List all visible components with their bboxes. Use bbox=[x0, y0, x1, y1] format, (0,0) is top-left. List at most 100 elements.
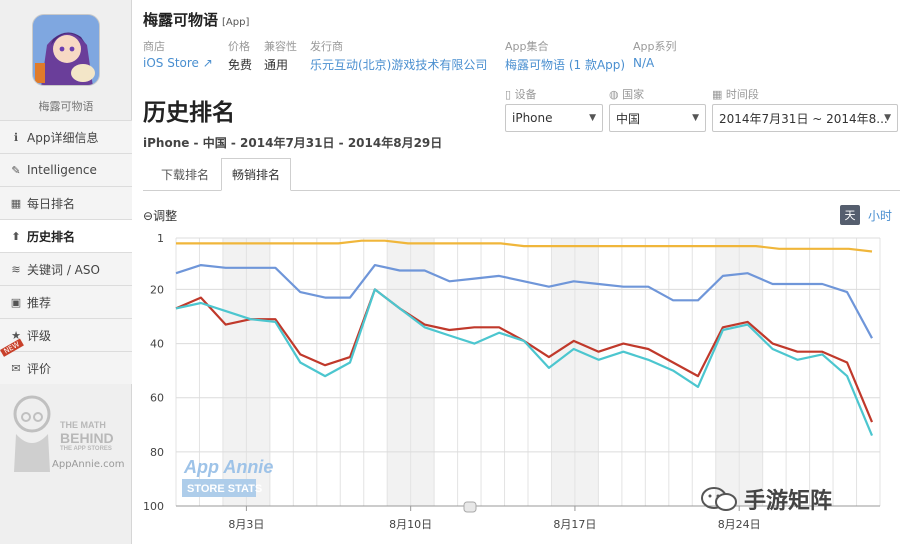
meta-value[interactable]: N/A bbox=[633, 56, 677, 70]
meta-col-0: 商店 iOS Store ↗ bbox=[143, 38, 213, 70]
y-tick-label: 40 bbox=[150, 338, 164, 351]
comment-icon: ✉ bbox=[11, 361, 21, 375]
chevron-down-icon: ▼ bbox=[589, 113, 596, 123]
chart-series bbox=[175, 239, 874, 437]
chevron-down-icon: ▼ bbox=[884, 113, 891, 123]
sidebar-item-label: App详细信息 bbox=[27, 130, 99, 145]
series-line-3 bbox=[175, 288, 874, 437]
sidebar-item-label: 关键词 / ASO bbox=[27, 262, 100, 277]
app-title: 梅露可物语 [App] bbox=[143, 9, 249, 30]
logo-site[interactable]: AppAnnie.com bbox=[52, 459, 125, 470]
meta-value: 通用 bbox=[264, 58, 289, 72]
chevron-down-icon: ▼ bbox=[692, 113, 699, 123]
logo-line2: BEHIND bbox=[60, 430, 114, 446]
country-label-text: 国家 bbox=[622, 88, 645, 101]
tab-grossing[interactable]: 畅销排名 bbox=[221, 158, 291, 191]
period-select-value: 2014年7月31日 ~ 2014年8... bbox=[719, 111, 888, 126]
device-select[interactable]: iPhone ▼ bbox=[505, 104, 603, 132]
sidebar: 梅露可物语 ℹ App详细信息 ✎ Intelligence ▦ 每日排名 ⬆ 历史排名 ≋ 关键… bbox=[0, 0, 140, 544]
sidebar-item-5[interactable]: ▣ 推荐 bbox=[0, 285, 132, 318]
zoom-label: 调整 bbox=[153, 209, 178, 223]
period-label-text: 时间段 bbox=[725, 88, 759, 101]
arrow-up-icon: ⬆ bbox=[11, 229, 21, 243]
wechat-icon bbox=[701, 487, 737, 511]
meta-label: App系列 bbox=[633, 40, 677, 53]
calendar-icon: ▦ bbox=[10, 196, 22, 210]
chart-scroll-handle[interactable] bbox=[463, 501, 477, 513]
chart-watermark-line2: STORE STATS bbox=[187, 483, 262, 495]
wechat-watermark: 手游矩阵 bbox=[700, 483, 832, 515]
meta-label: 商店 bbox=[143, 40, 165, 53]
device-select-value: iPhone bbox=[512, 111, 553, 125]
y-tick-label: 100 bbox=[143, 500, 164, 513]
rank-tabs: 下载排名 畅销排名 bbox=[143, 158, 900, 191]
page-title: 历史排名 bbox=[143, 100, 235, 126]
series-line-0 bbox=[176, 239, 873, 253]
sidebar-item-label: 历史排名 bbox=[27, 229, 76, 244]
tab-downloads[interactable]: 下载排名 bbox=[149, 158, 221, 191]
globe-icon: ◍ bbox=[609, 88, 619, 101]
granularity-hour-button[interactable]: 小时 bbox=[868, 207, 892, 224]
chart-grid bbox=[175, 237, 881, 507]
sidebar-item-7[interactable]: ✉ 评价 NEW bbox=[0, 338, 132, 384]
country-filter-label: ◍ 国家 bbox=[609, 86, 706, 102]
sidebar-nav: ℹ App详细信息 ✎ Intelligence ▦ 每日排名 ⬆ 历史排名 ≋ 关键词 / AS… bbox=[0, 120, 140, 384]
meta-col-5: App系列 N/A bbox=[633, 38, 677, 70]
sidebar-item-label: 评价 bbox=[27, 361, 52, 376]
y-tick-label: 80 bbox=[150, 446, 164, 459]
meta-value[interactable]: iOS Store ↗ bbox=[143, 56, 213, 70]
signal-icon: ≋ bbox=[11, 262, 21, 276]
calendar-icon: ▦ bbox=[712, 88, 723, 101]
device-filter: ▯ 设备 iPhone ▼ bbox=[505, 86, 603, 132]
sidebar-item-3[interactable]: ⬆ 历史排名 bbox=[0, 219, 140, 252]
sidebar-item-0[interactable]: ℹ App详细信息 bbox=[0, 120, 132, 153]
zoom-control[interactable]: ⊖调整 bbox=[143, 207, 177, 224]
sidebar-item-label: 评级 bbox=[27, 328, 52, 343]
sidebar-item-2[interactable]: ▦ 每日排名 bbox=[0, 186, 132, 219]
x-tick-label: 8月17日 bbox=[553, 518, 596, 531]
meta-label: 价格 bbox=[228, 40, 250, 53]
sidebar-item-label: 每日排名 bbox=[27, 196, 76, 211]
meta-label: App集合 bbox=[505, 40, 549, 53]
app-title-text: 梅露可物语 bbox=[143, 11, 219, 29]
country-select-value: 中国 bbox=[616, 111, 641, 126]
scroll-handle-icon[interactable] bbox=[463, 501, 477, 513]
sidebar-item-label: 推荐 bbox=[27, 295, 52, 310]
y-tick-label: 20 bbox=[150, 283, 164, 296]
app-type-tag: [App] bbox=[222, 17, 250, 28]
meta-col-3: 发行商乐元互动(北京)游戏技术有限公司 bbox=[310, 38, 487, 73]
zoom-icon: ⊖ bbox=[143, 209, 154, 223]
sidebar-item-label: Intelligence bbox=[27, 163, 97, 177]
country-filter: ◍ 国家 中国 ▼ bbox=[609, 86, 706, 132]
x-tick-label: 8月24日 bbox=[718, 518, 761, 531]
watermark-text: 手游矩阵 bbox=[744, 489, 833, 514]
pencil-icon: ✎ bbox=[11, 163, 21, 177]
meta-value[interactable]: 乐元互动(北京)游戏技术有限公司 bbox=[310, 56, 487, 73]
meta-col-2: 兼容性 通用 bbox=[264, 38, 297, 73]
y-tick-label: 60 bbox=[150, 392, 164, 405]
device-label-text: 设备 bbox=[514, 88, 537, 101]
meta-label: 发行商 bbox=[310, 40, 343, 53]
meta-col-4: App集合梅露可物语 (1 款App) bbox=[505, 38, 625, 73]
app-icon[interactable] bbox=[32, 14, 100, 86]
sidebar-item-1[interactable]: ✎ Intelligence bbox=[0, 153, 132, 186]
period-select[interactable]: 2014年7月31日 ~ 2014年8... ▼ bbox=[712, 104, 898, 132]
meta-col-1: 价格 免费 bbox=[228, 38, 252, 73]
device-icon: ▯ bbox=[505, 88, 512, 101]
meta-label: 兼容性 bbox=[264, 40, 297, 53]
logo-line1: THE MATH bbox=[60, 420, 106, 430]
period-filter-label: ▦ 时间段 bbox=[712, 86, 898, 102]
meta-value[interactable]: 梅露可物语 (1 款App) bbox=[505, 56, 625, 73]
chart-watermark-line1: App Annie bbox=[183, 457, 273, 477]
granularity-day-button[interactable]: 天 bbox=[840, 205, 860, 225]
series-line-2 bbox=[175, 288, 874, 423]
x-tick-label: 8月3日 bbox=[228, 518, 264, 531]
period-filter: ▦ 时间段 2014年7月31日 ~ 2014年8... ▼ bbox=[712, 86, 898, 132]
page-subtitle: iPhone - 中国 - 2014年7月31日 - 2014年8月29日 bbox=[143, 136, 443, 150]
country-select[interactable]: 中国 ▼ bbox=[609, 104, 706, 132]
device-filter-label: ▯ 设备 bbox=[505, 86, 603, 102]
mascot-logo-icon bbox=[13, 395, 51, 472]
sidebar-item-4[interactable]: ≋ 关键词 / ASO bbox=[0, 252, 132, 285]
chart-week-bands bbox=[222, 238, 763, 506]
meta-value: 免费 bbox=[228, 58, 253, 72]
